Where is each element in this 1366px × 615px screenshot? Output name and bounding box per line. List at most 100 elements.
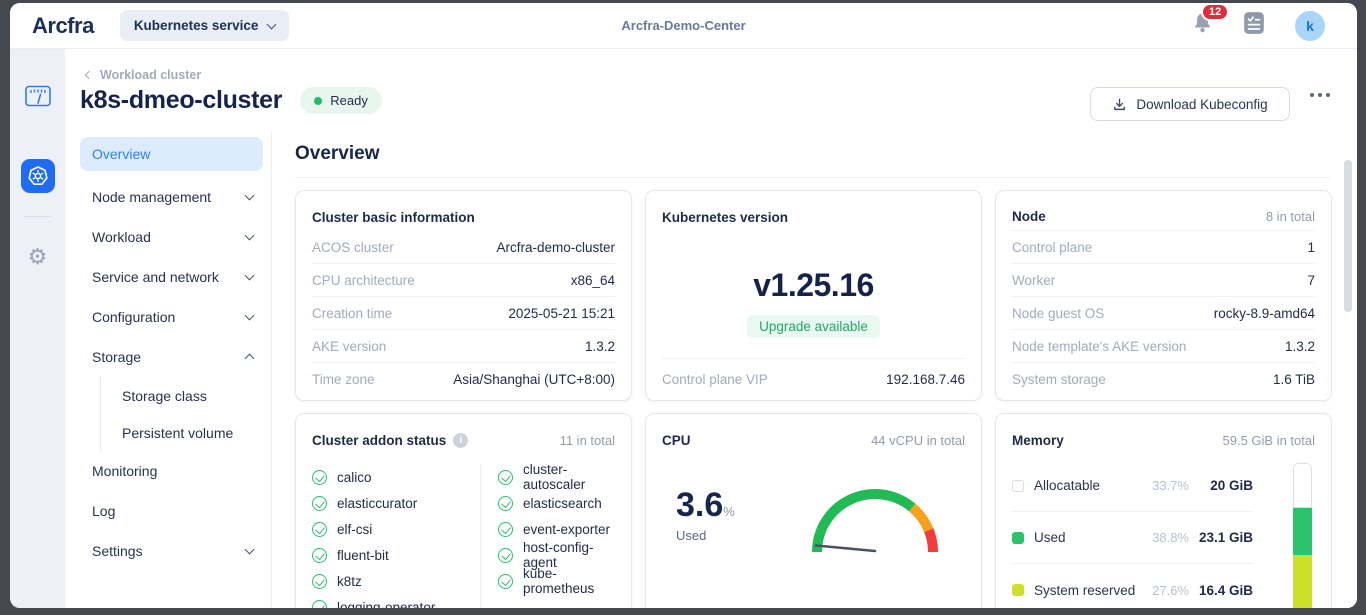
cpu-card: CPU 44 vCPU in total 3.6% Used (645, 413, 982, 608)
addon-item: elf-csi (312, 516, 480, 542)
nav-item-node-management[interactable]: Node management (80, 177, 263, 217)
addon-item: fluent-bit (312, 542, 480, 568)
chevron-down-icon (245, 191, 255, 201)
card-title: Memory (1012, 433, 1064, 448)
nav-item-overview[interactable]: Overview (80, 137, 263, 171)
info-row: Time zone Asia/Shanghai (UTC+8:00) (312, 363, 615, 396)
gauge-needle (816, 546, 875, 552)
breadcrumb-label: Workload cluster (100, 68, 201, 82)
kubernetes-icon (21, 159, 55, 193)
info-row: Worker 7 (1012, 264, 1315, 297)
content-heading: Overview (295, 143, 380, 165)
nav-item-configuration[interactable]: Configuration (80, 297, 263, 337)
addon-item: event-exporter (498, 516, 615, 542)
app-window: Arcfra Kubernetes service Arcfra-Demo-Ce… (10, 3, 1357, 608)
cpu-percent-unit: % (723, 504, 735, 519)
notifications-button[interactable]: 12 (1192, 12, 1213, 39)
memory-total: 59.5 GiB in total (1223, 433, 1316, 448)
info-icon[interactable]: i (453, 433, 468, 448)
vip-value: 192.168.7.46 (886, 372, 965, 387)
node-total: 8 in total (1266, 209, 1315, 224)
cluster-basic-info-card: Cluster basic information ACOS cluster A… (295, 190, 632, 401)
addon-column-2: cluster-autoscaler elasticsearch event-e… (480, 464, 615, 608)
check-circle-icon (498, 470, 513, 485)
addon-item: calico (312, 464, 480, 490)
card-title: Node (1012, 209, 1046, 224)
nav-item-workload[interactable]: Workload (80, 217, 263, 257)
bar-segment-used (1293, 508, 1312, 555)
nav-item-service-and-network[interactable]: Service and network (80, 257, 263, 297)
check-circle-icon (312, 470, 327, 485)
main-panel: Workload cluster k8s-dmeo-cluster Ready … (65, 49, 1357, 608)
download-icon (1112, 97, 1127, 112)
info-row: Node template's AKE version 1.3.2 (1012, 330, 1315, 363)
addons-total: 11 in total (560, 433, 615, 448)
back-icon (85, 71, 93, 79)
card-title: Cluster addon status (312, 433, 446, 448)
memory-card: Memory 59.5 GiB in total Allocatable 33.… (995, 413, 1332, 608)
check-circle-icon (498, 496, 513, 511)
addon-item: logging-operator (312, 594, 480, 608)
more-icon (1310, 93, 1314, 97)
check-circle-icon (312, 548, 327, 563)
dashboard-meter-icon (25, 85, 51, 108)
addon-item: kube-prometheus (498, 568, 615, 594)
rail-divider (24, 216, 51, 217)
check-circle-icon (312, 574, 327, 589)
download-kubeconfig-label: Download Kubeconfig (1136, 97, 1267, 112)
addon-item: elasticsearch (498, 490, 615, 516)
memory-row-system-reserved: System reserved 27.6% 16.4 GiB (1012, 564, 1253, 608)
info-row: Node guest OS rocky-8.9-amd64 (1012, 297, 1315, 330)
settings-nav-button[interactable]: ⚙ (28, 246, 48, 268)
more-actions-button[interactable] (1310, 93, 1330, 97)
kubernetes-version-value: v1.25.16 (662, 267, 965, 304)
product-switcher[interactable]: Kubernetes service (120, 10, 290, 41)
nav-item-monitoring[interactable]: Monitoring (80, 451, 263, 491)
check-circle-icon (312, 522, 327, 537)
status-badge: Ready (300, 87, 382, 114)
memory-stacked-bar-chart (1293, 463, 1312, 608)
status-dot-icon (314, 97, 322, 105)
kubernetes-nav-button[interactable] (21, 159, 55, 193)
check-circle-icon (498, 574, 513, 589)
nav-item-log[interactable]: Log (80, 491, 263, 531)
addon-item: k8tz (312, 568, 480, 594)
breadcrumb[interactable]: Workload cluster (86, 68, 201, 82)
addon-item: cluster-autoscaler (498, 464, 615, 490)
cpu-used-label: Used (676, 528, 735, 543)
download-kubeconfig-button[interactable]: Download Kubeconfig (1090, 87, 1290, 121)
upgrade-available-badge: Upgrade available (747, 315, 880, 338)
nav-item-storage[interactable]: Storage (80, 337, 263, 377)
content-divider (295, 177, 1330, 178)
chevron-down-icon (245, 271, 255, 281)
check-circle-icon (312, 600, 327, 609)
info-row: Creation time 2025-05-21 15:21 (312, 297, 615, 330)
page-title: k8s-dmeo-cluster (80, 86, 282, 115)
used-swatch-icon (1012, 532, 1024, 544)
avatar[interactable]: k (1295, 11, 1325, 41)
vertical-scrollbar[interactable] (1344, 160, 1352, 312)
info-row: Control plane 1 (1012, 231, 1315, 264)
allocatable-swatch-icon (1012, 480, 1024, 492)
arcfra-logo: Arcfra (32, 13, 94, 39)
info-row: ACOS cluster Arcfra-demo-cluster (312, 231, 615, 264)
check-circle-icon (498, 522, 513, 537)
vip-label: Control plane VIP (662, 372, 768, 387)
notification-badge: 12 (1201, 3, 1229, 21)
nav-item-storage-class[interactable]: Storage class (120, 377, 263, 414)
status-label: Ready (330, 93, 368, 108)
dashboard-nav-button[interactable] (25, 85, 51, 113)
tasks-button[interactable] (1243, 11, 1265, 40)
cluster-nav: Overview Node management Workload Servic… (80, 137, 263, 571)
card-title: Cluster basic information (312, 210, 475, 225)
memory-row-allocatable: Allocatable 33.7% 20 GiB (1012, 460, 1253, 512)
cpu-used-percent: 3.6 (676, 486, 723, 524)
cpu-gauge-chart (805, 482, 945, 562)
icon-rail: ⚙ (10, 49, 65, 608)
check-circle-icon (312, 496, 327, 511)
node-card: Node 8 in total Control plane 1 Worker 7… (995, 190, 1332, 401)
bar-segment-system-reserved (1293, 555, 1312, 608)
nav-item-settings[interactable]: Settings (80, 531, 263, 571)
nav-item-persistent-volume[interactable]: Persistent volume (120, 414, 263, 451)
info-row: System storage 1.6 TiB (1012, 363, 1315, 396)
